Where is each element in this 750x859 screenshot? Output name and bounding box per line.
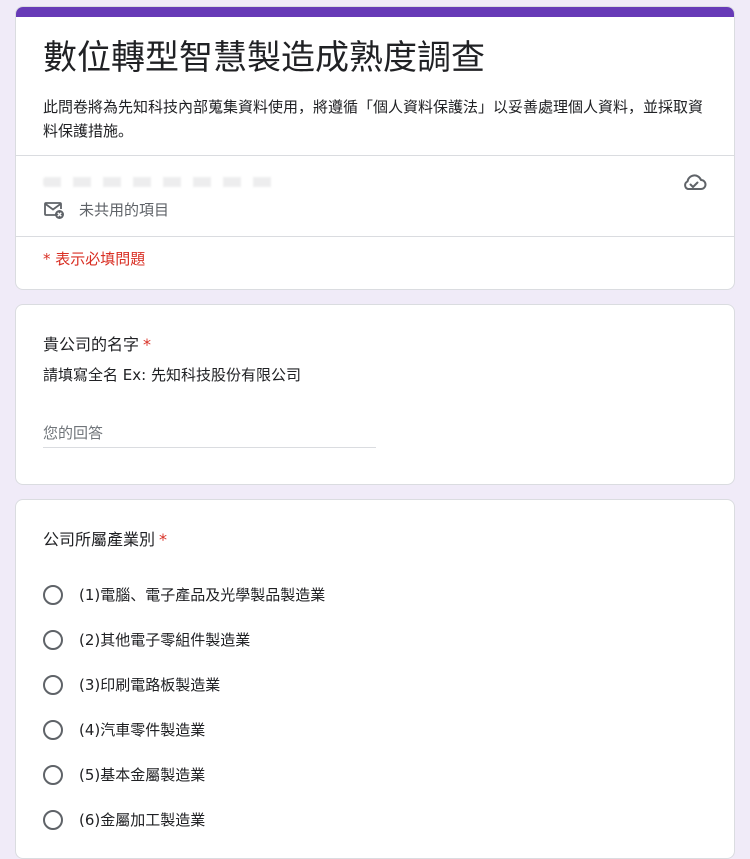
radio-option-label: (4)汽車零件製造業 bbox=[79, 721, 206, 739]
company-name-input[interactable] bbox=[43, 419, 376, 448]
question-title: 貴公司的名字 * bbox=[43, 333, 151, 357]
radio-option[interactable]: (5)基本金屬製造業 bbox=[43, 762, 205, 788]
required-asterisk: * bbox=[143, 335, 152, 354]
header-divider-2 bbox=[16, 236, 734, 237]
radio-button[interactable] bbox=[43, 585, 63, 605]
radio-option[interactable]: (1)電腦、電子產品及光學製品製造業 bbox=[43, 582, 325, 608]
question-help-text: 請填寫全名 Ex: 先知科技股份有限公司 bbox=[43, 366, 301, 384]
radio-option-label: (2)其他電子零組件製造業 bbox=[79, 631, 251, 649]
not-shared-label: 未共用的項目 bbox=[79, 201, 170, 219]
required-asterisk: * bbox=[159, 530, 168, 549]
question-title-text: 貴公司的名字 bbox=[43, 335, 140, 354]
accent-top-bar bbox=[16, 7, 734, 17]
account-info bbox=[43, 177, 283, 187]
question-title-text: 公司所屬產業別 bbox=[43, 530, 156, 549]
form-title: 數位轉型智慧製造成熟度調查 bbox=[43, 38, 485, 78]
radio-button[interactable] bbox=[43, 810, 63, 830]
radio-button[interactable] bbox=[43, 675, 63, 695]
radio-option[interactable]: (6)金屬加工製造業 bbox=[43, 807, 205, 833]
radio-option-label: (6)金屬加工製造業 bbox=[79, 811, 206, 829]
form-header-card: 數位轉型智慧製造成熟度調查 此問卷將為先知科技內部蒐集資料使用，將遵循「個人資料… bbox=[15, 6, 735, 290]
radio-button[interactable] bbox=[43, 720, 63, 740]
radio-option[interactable]: (3)印刷電路板製造業 bbox=[43, 672, 220, 698]
radio-button[interactable] bbox=[43, 765, 63, 785]
radio-option-label: (5)基本金屬製造業 bbox=[79, 766, 206, 784]
radio-option-label: (3)印刷電路板製造業 bbox=[79, 676, 221, 694]
question-title: 公司所屬產業別 * bbox=[43, 528, 167, 552]
mail-off-icon bbox=[44, 202, 64, 219]
cloud-saved-icon[interactable] bbox=[681, 172, 707, 194]
radio-option[interactable]: (2)其他電子零組件製造業 bbox=[43, 627, 250, 653]
form-description: 此問卷將為先知科技內部蒐集資料使用，將遵循「個人資料保護法」以妥善處理個人資料，… bbox=[43, 98, 704, 140]
header-divider bbox=[16, 155, 734, 156]
question-card-company-name: 貴公司的名字 * 請填寫全名 Ex: 先知科技股份有限公司 bbox=[15, 304, 735, 485]
required-note: * 表示必填問題 bbox=[43, 250, 146, 268]
question-card-industry: 公司所屬產業別 * (1)電腦、電子產品及光學製品製造業 (2)其他電子零組件製造… bbox=[15, 499, 735, 859]
radio-button[interactable] bbox=[43, 630, 63, 650]
radio-option[interactable]: (4)汽車零件製造業 bbox=[43, 717, 205, 743]
radio-option-label: (1)電腦、電子產品及光學製品製造業 bbox=[79, 586, 326, 604]
